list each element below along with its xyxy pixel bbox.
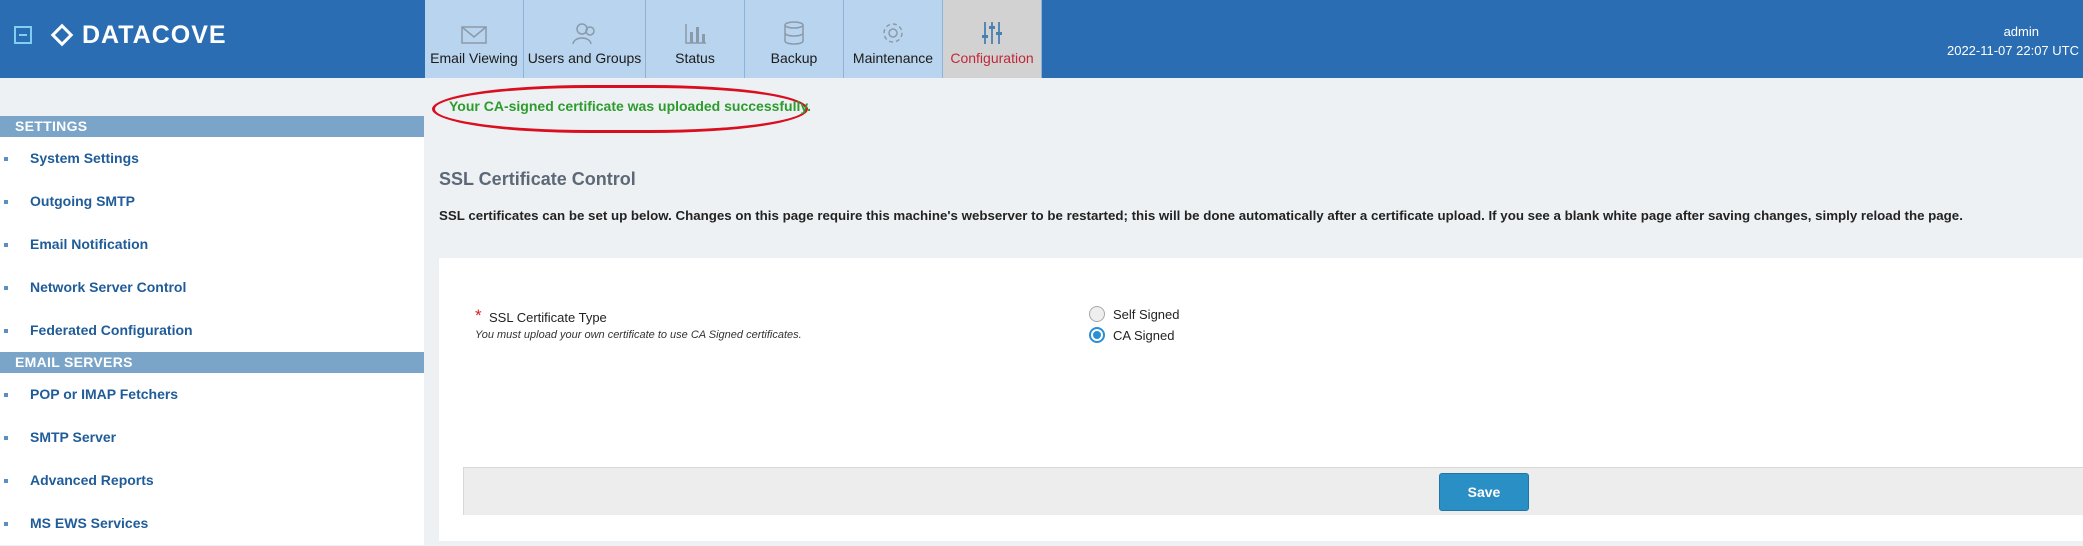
settings-sidebar: SETTINGS System Settings Outgoing SMTP E…	[0, 116, 424, 545]
form-actions-bar: Save	[463, 467, 2083, 515]
tab-label: Maintenance	[852, 50, 934, 66]
sidebar-item-ms-ews-services[interactable]: MS EWS Services	[0, 502, 424, 545]
sidebar-item-network-server-control[interactable]: Network Server Control	[0, 266, 424, 309]
sidebar-item-federated-configuration[interactable]: Federated Configuration	[0, 309, 424, 352]
bullet-icon	[4, 522, 8, 526]
database-icon	[784, 21, 804, 45]
main-nav: Email Viewing Users and Groups Status Ba…	[425, 0, 1042, 78]
username[interactable]: admin	[1947, 22, 2079, 41]
radio-checked-icon[interactable]	[1089, 327, 1105, 343]
bullet-icon	[4, 286, 8, 290]
sidebar-item-email-notification[interactable]: Email Notification	[0, 223, 424, 266]
sidebar-item-label: MS EWS Services	[30, 515, 149, 531]
save-button[interactable]: Save	[1439, 473, 1529, 511]
radio-ca-signed[interactable]: CA Signed	[1089, 327, 1174, 343]
sidebar-item-outgoing-smtp[interactable]: Outgoing SMTP	[0, 180, 424, 223]
required-marker: *	[475, 306, 482, 325]
bar-chart-icon	[685, 24, 706, 44]
brand-name: DATACOVE	[82, 20, 227, 49]
user-info: admin 2022-11-07 22:07 UTC	[1947, 22, 2079, 60]
sidebar-item-label: System Settings	[30, 150, 139, 166]
success-banner: Your CA-signed certificate was uploaded …	[449, 98, 812, 114]
ssl-type-label: SSL Certificate Type	[489, 310, 607, 325]
sidebar-item-label: Network Server Control	[30, 279, 187, 295]
bullet-icon	[4, 436, 8, 440]
tab-label: Email Viewing	[430, 50, 518, 66]
radio-unchecked-icon[interactable]	[1089, 306, 1105, 322]
tab-label: Backup	[770, 50, 818, 66]
tab-backup[interactable]: Backup	[745, 0, 844, 78]
tab-status[interactable]: Status	[646, 0, 745, 78]
sidebar-item-advanced-reports[interactable]: Advanced Reports	[0, 459, 424, 502]
menu-toggle-icon[interactable]	[14, 26, 32, 44]
sidebar-section-settings: SETTINGS	[0, 116, 424, 137]
tab-label: Configuration	[950, 50, 1034, 66]
sidebar-item-label: Outgoing SMTP	[30, 193, 135, 209]
brand-logo[interactable]: DATACOVE	[50, 20, 227, 50]
sidebar-item-label: Email Notification	[30, 236, 149, 252]
sidebar-item-label: Federated Configuration	[30, 322, 193, 338]
sidebar-item-label: Advanced Reports	[30, 472, 154, 488]
tab-users-and-groups[interactable]: Users and Groups	[524, 0, 646, 78]
tab-label: Users and Groups	[527, 50, 642, 66]
server-datetime: 2022-11-07 22:07 UTC	[1946, 43, 2079, 58]
bullet-icon	[4, 200, 8, 204]
top-header: DATACOVE Email Viewing Users and Groups …	[0, 0, 2083, 78]
logo-diamond-icon	[50, 23, 74, 47]
tab-configuration[interactable]: Configuration	[943, 0, 1042, 78]
radio-self-signed[interactable]: Self Signed	[1089, 306, 1180, 322]
sidebar-item-label: SMTP Server	[30, 429, 117, 445]
gear-icon	[883, 23, 903, 43]
sidebar-section-email-servers: EMAIL SERVERS	[0, 352, 424, 373]
sidebar-item-label: POP or IMAP Fetchers	[30, 386, 179, 402]
ssl-type-help: You must upload your own certificate to …	[475, 329, 802, 341]
sidebar-item-system-settings[interactable]: System Settings	[0, 137, 424, 180]
bullet-icon	[4, 243, 8, 247]
radio-label: Self Signed	[1113, 306, 1180, 322]
tab-maintenance[interactable]: Maintenance	[844, 0, 943, 78]
page-title: SSL Certificate Control	[439, 169, 636, 189]
bullet-icon	[4, 479, 8, 483]
sliders-icon	[982, 22, 1002, 44]
radio-label: CA Signed	[1113, 327, 1175, 343]
sidebar-item-pop-imap-fetchers[interactable]: POP or IMAP Fetchers	[0, 373, 424, 416]
users-icon	[571, 23, 595, 45]
envelope-icon	[461, 26, 487, 44]
page-description: SSL certificates can be set up below. Ch…	[439, 208, 1963, 223]
sidebar-item-smtp-server[interactable]: SMTP Server	[0, 416, 424, 459]
bullet-icon	[4, 329, 8, 333]
tab-label: Status	[675, 50, 715, 66]
form-panel: * SSL Certificate Type You must upload y…	[439, 258, 2083, 541]
bullet-icon	[4, 393, 8, 397]
tab-email-viewing[interactable]: Email Viewing	[425, 0, 524, 78]
bullet-icon	[4, 157, 8, 161]
